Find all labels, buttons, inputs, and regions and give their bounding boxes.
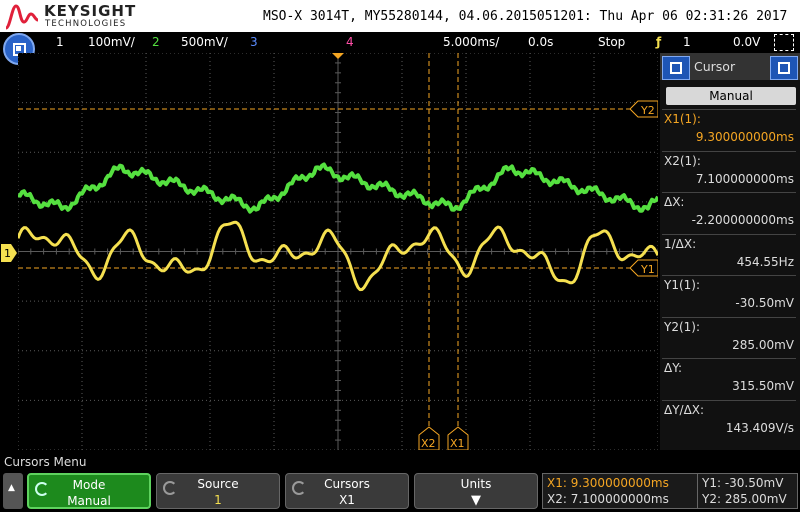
- cursor-row-y1: Y1(1): -30.50mV: [662, 275, 796, 317]
- status-bar: 1 100mV/ 2 500mV/ 3 4 5.000ms/ 0.0s Stop…: [0, 32, 800, 53]
- row-value: 315.50mV: [732, 379, 794, 393]
- cursor-mode-button[interactable]: Manual: [666, 87, 796, 105]
- row-label: ΔY/ΔX:: [664, 402, 705, 417]
- cursors-softkey[interactable]: Cursors X1: [285, 473, 409, 509]
- cursor-row-delta-x: ΔX: -2.200000000ms: [662, 192, 796, 234]
- softkey-value: Manual: [67, 494, 111, 508]
- arrow-down-icon: ▼: [471, 493, 481, 508]
- y2-marker-label: Y2: [640, 104, 655, 117]
- ch2-scale[interactable]: 500mV/: [181, 35, 228, 49]
- readout-x1: X1: 9.300000000ms: [547, 476, 669, 490]
- row-label: Y1(1):: [664, 278, 701, 292]
- timebase-scale[interactable]: 5.000ms/: [443, 35, 499, 49]
- source-softkey[interactable]: Source 1: [156, 473, 280, 509]
- panel-tab-button[interactable]: [770, 56, 798, 80]
- row-value: 7.100000000ms: [695, 171, 794, 186]
- cursor-row-delta-y: ΔY: 315.50mV: [662, 358, 796, 400]
- run-state[interactable]: Stop: [598, 35, 625, 49]
- cursor-values: X1(1): 9.300000000ms X2(1): 7.100000000ms …: [662, 109, 796, 441]
- brand-sub: TECHNOLOGIES: [45, 19, 127, 29]
- panel-home-button[interactable]: [662, 56, 690, 80]
- row-label: X2(1):: [664, 153, 701, 168]
- cursor-row-inv-delta-x: 1/ΔX: 454.55Hz: [662, 233, 796, 276]
- cursor-row-x2: X2(1): 7.100000000ms: [662, 150, 796, 193]
- brand-name: KEYSIGHT: [44, 2, 137, 20]
- keysight-wave-icon: [5, 4, 39, 30]
- units-softkey[interactable]: Units ▼: [414, 473, 538, 509]
- row-value: 285.00mV: [732, 337, 794, 352]
- softkey-label: Mode: [72, 478, 106, 492]
- title-bar: KEYSIGHT TECHNOLOGIES MSO-X 3014T, MY552…: [0, 0, 800, 32]
- softkey-value: 1: [214, 493, 222, 507]
- ch1-ground-marker[interactable]: 1: [0, 238, 18, 268]
- cursor-panel: Cursor Manual X1(1): 9.300000000ms X2(1):…: [660, 53, 800, 450]
- readout-y2: Y2: 285.00mV: [702, 492, 787, 506]
- mode-softkey[interactable]: Mode Manual: [27, 473, 151, 509]
- ch1-scale[interactable]: 100mV/: [88, 35, 135, 49]
- row-value: 9.300000000ms: [695, 130, 794, 144]
- readout-divider: [697, 474, 698, 508]
- trigger-level[interactable]: 0.0V: [733, 35, 760, 49]
- softkey-label: Units: [460, 477, 492, 491]
- menu-up-button[interactable]: [3, 473, 23, 509]
- window-icon: [778, 62, 790, 74]
- instrument-title: MSO-X 3014T, MY55280144, 04.06.201505120…: [263, 9, 788, 24]
- trigger-rising-edge-icon: ƒ: [656, 35, 662, 49]
- timebase-delay[interactable]: 0.0s: [528, 35, 553, 49]
- cursor-row-x1: X1(1): 9.300000000ms: [662, 109, 796, 151]
- row-label: ΔX:: [664, 195, 685, 209]
- row-label: Y2(1):: [664, 319, 701, 334]
- cursor-readout: X1: 9.300000000ms X2: 7.100000000ms Y1: …: [542, 473, 798, 509]
- zoom-select-icon[interactable]: [774, 34, 794, 51]
- cursor-row-slope: ΔY/ΔX: 143.409V/s: [662, 399, 796, 442]
- cursor-panel-header: Cursor: [660, 53, 800, 80]
- cursor-row-y2: Y2(1): 285.00mV: [662, 316, 796, 359]
- row-value: -2.200000000ms: [691, 213, 794, 227]
- waveform-display[interactable]: Y2 Y1 X2 X1: [18, 53, 658, 450]
- row-label: ΔY:: [664, 361, 682, 375]
- ch3-number[interactable]: 3: [250, 35, 258, 49]
- ch1-ground-label: 1: [4, 247, 11, 260]
- x2-marker-label: X2: [421, 437, 436, 450]
- row-value: 143.409V/s: [725, 420, 794, 435]
- window-icon: [670, 62, 682, 74]
- menu-title: Cursors Menu: [4, 455, 87, 469]
- cursor-panel-title: Cursor: [694, 59, 736, 74]
- trigger-source[interactable]: 1: [683, 35, 691, 49]
- readout-y1: Y1: -30.50mV: [702, 476, 784, 490]
- softkey-label: Source: [197, 477, 239, 491]
- ch1-number[interactable]: 1: [56, 35, 64, 49]
- ch2-number[interactable]: 2: [152, 35, 160, 49]
- row-label: 1/ΔX:: [664, 236, 697, 251]
- row-label: X1(1):: [664, 112, 701, 126]
- row-value: -30.50mV: [735, 296, 794, 310]
- y1-marker-label: Y1: [640, 263, 655, 276]
- softkey-value: X1: [339, 493, 355, 507]
- softkey-label: Cursors: [324, 477, 370, 491]
- x1-marker-label: X1: [450, 437, 465, 450]
- readout-x2: X2: 7.100000000ms: [547, 492, 669, 506]
- keysight-logo: KEYSIGHT TECHNOLOGIES: [4, 2, 137, 30]
- ch4-number[interactable]: 4: [346, 35, 354, 49]
- row-value: 454.55Hz: [736, 254, 794, 269]
